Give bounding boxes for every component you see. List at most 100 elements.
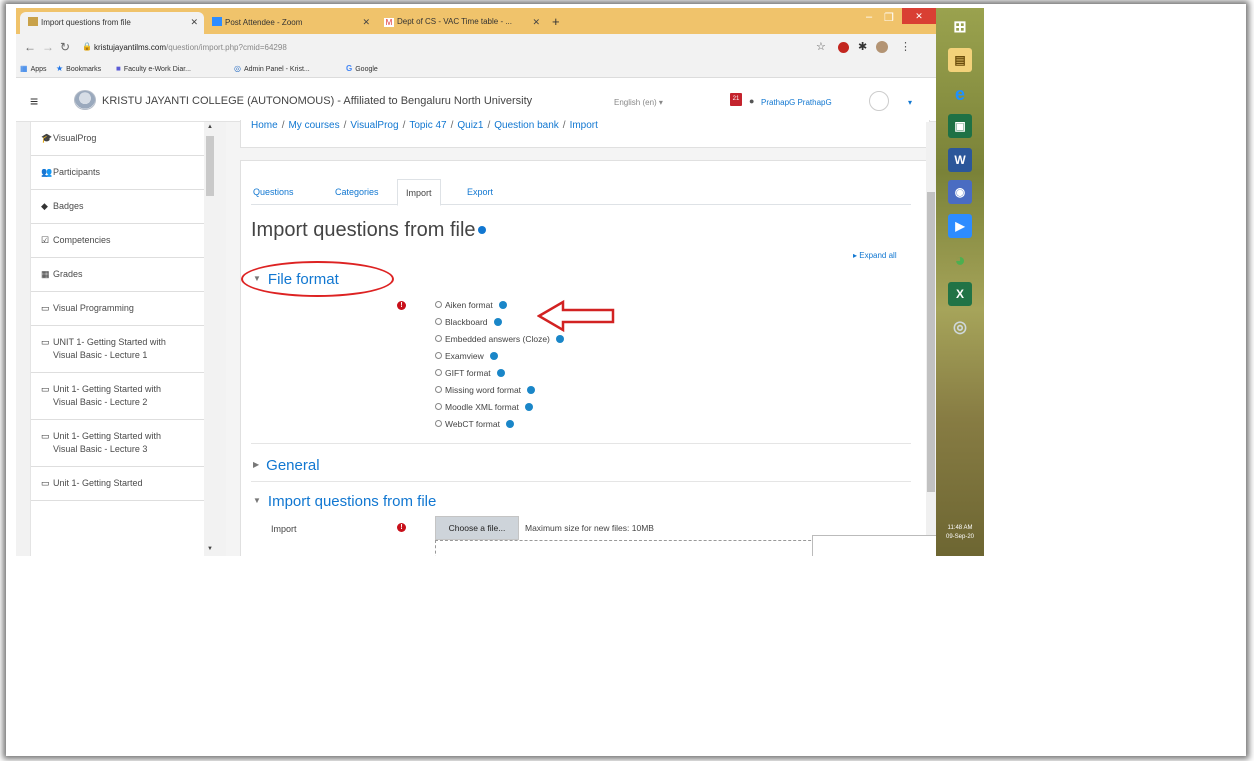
- breadcrumb-link[interactable]: Question bank: [494, 120, 559, 131]
- forward-icon[interactable]: →: [42, 40, 54, 54]
- radio-button[interactable]: [435, 420, 442, 427]
- scroll-up-icon[interactable]: ▲: [207, 124, 213, 130]
- windows-start-icon[interactable]: ⊞: [948, 16, 972, 40]
- format-radio-option[interactable]: Embedded answers (Cloze): [435, 334, 564, 344]
- file-dropzone[interactable]: [435, 540, 831, 556]
- adblock-icon[interactable]: [838, 42, 849, 53]
- radio-button[interactable]: [435, 403, 442, 410]
- drawer-scroll-thumb[interactable]: [206, 136, 214, 196]
- drawer-scrollbar[interactable]: ▲ ▼: [204, 122, 216, 556]
- sheets-app-icon[interactable]: ▣: [948, 114, 972, 138]
- tab-export[interactable]: Export: [467, 187, 493, 197]
- breadcrumb-link[interactable]: Import: [570, 120, 598, 131]
- drawer-item[interactable]: ▦ Grades: [31, 258, 211, 292]
- drawer-item[interactable]: ▭ Visual Programming: [31, 292, 211, 326]
- firefox-icon[interactable]: ◉: [948, 180, 972, 204]
- breadcrumb-link[interactable]: My courses: [288, 120, 339, 131]
- radio-button[interactable]: [435, 301, 442, 308]
- settings-app-icon[interactable]: ◎: [948, 316, 972, 340]
- page-scrollbar[interactable]: [926, 122, 936, 556]
- tab-categories[interactable]: Categories: [335, 187, 379, 197]
- close-tab-icon[interactable]: ✕: [362, 17, 370, 28]
- help-icon[interactable]: [496, 369, 505, 377]
- radio-button[interactable]: [435, 369, 442, 376]
- hamburger-icon[interactable]: ≡: [30, 93, 38, 109]
- breadcrumb-link[interactable]: VisualProg: [350, 120, 398, 131]
- back-icon[interactable]: ←: [24, 40, 36, 54]
- help-icon[interactable]: [477, 226, 486, 234]
- browser-tab-gmail[interactable]: M Dept of CS - VAC Time table - ... ✕: [376, 12, 546, 34]
- reload-icon[interactable]: ↻: [60, 40, 70, 54]
- chrome-icon[interactable]: ◕: [948, 248, 972, 272]
- minimize-icon[interactable]: –: [866, 11, 872, 23]
- help-icon[interactable]: [489, 352, 498, 360]
- language-menu[interactable]: English (en) ▾: [614, 98, 663, 107]
- format-radio-option[interactable]: Moodle XML format: [435, 402, 533, 412]
- format-radio-option[interactable]: WebCT format: [435, 419, 514, 429]
- choose-file-button[interactable]: Choose a file...: [435, 516, 519, 540]
- expand-all-link[interactable]: ▸ Expand all: [853, 251, 897, 260]
- drawer-item[interactable]: ▭ Unit 1- Getting Started with Visual Bas…: [31, 373, 211, 420]
- breadcrumb-link[interactable]: Quiz1: [457, 120, 483, 131]
- help-icon[interactable]: [493, 318, 502, 326]
- help-icon[interactable]: [555, 335, 564, 343]
- format-radio-option[interactable]: GIFT format: [435, 368, 505, 378]
- user-name[interactable]: PrathapG PrathapG: [761, 98, 832, 107]
- radio-button[interactable]: [435, 335, 442, 342]
- menu-kebab-icon[interactable]: ⋮: [900, 40, 911, 53]
- browser-tab-active[interactable]: Import questions from file ✕: [20, 12, 204, 34]
- help-icon[interactable]: [524, 403, 533, 411]
- user-avatar[interactable]: [869, 91, 889, 111]
- college-logo[interactable]: [74, 90, 96, 110]
- bookmark-apps[interactable]: ▦ Apps: [20, 64, 47, 73]
- format-radio-option[interactable]: Aiken format: [435, 300, 507, 310]
- scroll-down-icon[interactable]: ▼: [207, 546, 213, 552]
- restore-icon[interactable]: ❐: [884, 11, 894, 24]
- taskbar-clock[interactable]: 11:48 AM 09-Sep-20: [940, 524, 980, 542]
- file-explorer-icon[interactable]: ▤: [948, 48, 972, 72]
- drawer-item[interactable]: 👥Participants: [31, 156, 211, 190]
- drawer-item[interactable]: 🎓VisualProg: [31, 122, 211, 156]
- tab-questions[interactable]: Questions: [253, 187, 294, 197]
- section-import-from-file[interactable]: ▼ Import questions from file: [253, 493, 436, 510]
- url-field[interactable]: kristujayantilms.com/question/import.php…: [94, 43, 287, 52]
- site-name[interactable]: KRISTU JAYANTI COLLEGE (AUTONOMOUS) - Af…: [102, 95, 532, 107]
- window-close-button[interactable]: ✕: [902, 8, 936, 24]
- user-menu-caret-icon[interactable]: ▾: [908, 98, 912, 107]
- page-scroll-thumb[interactable]: [927, 192, 935, 492]
- browser-tab-zoom[interactable]: Post Attendee - Zoom ✕: [204, 12, 376, 34]
- format-radio-option[interactable]: Missing word format: [435, 385, 536, 395]
- radio-button[interactable]: [435, 318, 442, 325]
- bookmark-google[interactable]: G Google: [346, 64, 378, 73]
- close-tab-icon[interactable]: ✕: [532, 17, 540, 28]
- section-general[interactable]: ▶ General: [253, 457, 320, 474]
- drawer-item[interactable]: ☑ Competencies: [31, 224, 211, 258]
- bookmark-admin[interactable]: ◎ Admin Panel - Krist...: [234, 64, 310, 73]
- format-radio-option[interactable]: Blackboard: [435, 317, 502, 327]
- help-icon[interactable]: [527, 386, 536, 394]
- star-icon[interactable]: ☆: [816, 40, 826, 53]
- drawer-item[interactable]: ▭ Unit 1- Getting Started: [31, 467, 211, 501]
- notification-badge[interactable]: 21: [730, 93, 742, 106]
- excel-icon[interactable]: X: [948, 282, 972, 306]
- drawer-item[interactable]: ◆ Badges: [31, 190, 211, 224]
- extension-icon[interactable]: ✱: [858, 40, 867, 53]
- message-icon[interactable]: ●: [749, 96, 754, 106]
- drawer-item[interactable]: ▭ Unit 1- Getting Started with Visual Bas…: [31, 420, 211, 467]
- zoom-app-icon[interactable]: ▶: [948, 214, 972, 238]
- help-icon[interactable]: [505, 420, 514, 428]
- format-radio-option[interactable]: Examview: [435, 351, 498, 361]
- new-tab-button[interactable]: +: [552, 14, 560, 29]
- profile-avatar-icon[interactable]: [876, 41, 888, 53]
- close-tab-icon[interactable]: ✕: [190, 17, 198, 28]
- breadcrumb-link[interactable]: Home: [251, 120, 278, 131]
- radio-button[interactable]: [435, 352, 442, 359]
- bookmark-faculty[interactable]: ■ Faculty e-Work Diar...: [116, 64, 191, 73]
- breadcrumb-link[interactable]: Topic 47: [409, 120, 446, 131]
- bookmark-bookmarks[interactable]: ★ Bookmarks: [56, 64, 101, 73]
- word-icon[interactable]: W: [948, 148, 972, 172]
- tab-import[interactable]: Import: [397, 179, 441, 206]
- drawer-item[interactable]: ▭ UNIT 1- Getting Started with Visual Bas…: [31, 326, 211, 373]
- radio-button[interactable]: [435, 386, 442, 393]
- internet-explorer-icon[interactable]: e: [948, 82, 972, 106]
